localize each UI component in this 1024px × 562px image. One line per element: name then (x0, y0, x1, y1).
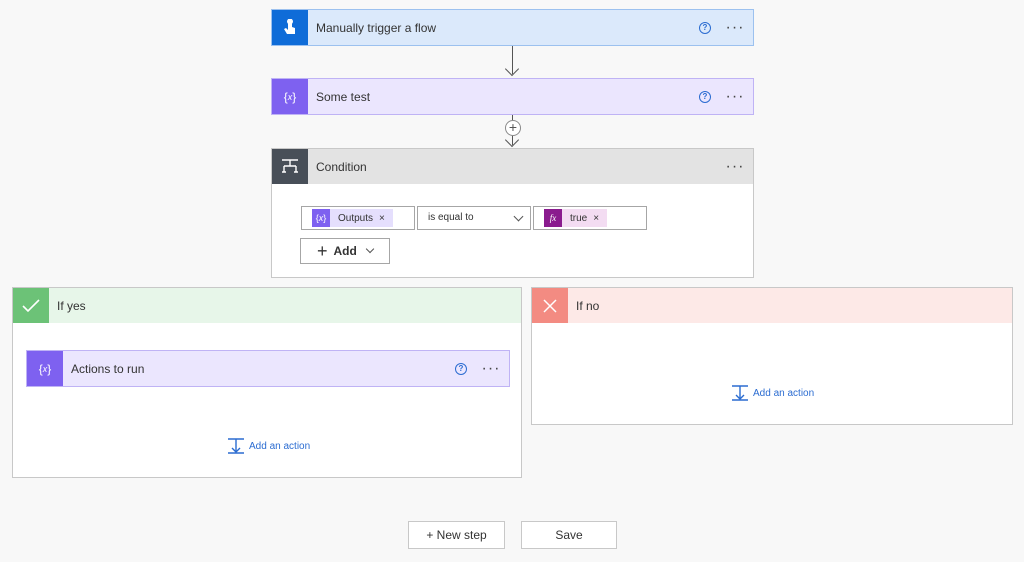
add-action-icon (228, 438, 244, 454)
action-title: Actions to run (71, 361, 145, 376)
if-yes-title: If yes (57, 298, 86, 313)
save-button[interactable]: Save (521, 521, 617, 549)
add-action-label: Add an action (753, 387, 815, 399)
token-label: true (570, 212, 588, 224)
expression-token[interactable]: fx true × (544, 209, 608, 227)
token-label: Outputs (338, 212, 374, 224)
variable-icon: {x} (312, 209, 330, 227)
action-title: Some test (316, 89, 371, 104)
new-step-button[interactable]: + New step (408, 521, 505, 549)
condition-header[interactable]: Condition ··· (272, 149, 753, 184)
checkmark-icon (13, 288, 49, 323)
remove-token-icon[interactable]: × (377, 213, 393, 224)
help-icon[interactable]: ? (455, 362, 467, 375)
help-icon[interactable]: ? (699, 21, 711, 34)
add-action-icon (732, 385, 748, 401)
dynamic-content-token[interactable]: {x} Outputs × (312, 209, 393, 227)
more-options-icon[interactable]: ··· (725, 158, 745, 174)
if-no-header[interactable]: If no (532, 288, 1012, 323)
condition-card[interactable]: Condition ··· {x} Outputs × is equal to … (271, 148, 754, 278)
remove-token-icon[interactable]: × (591, 213, 607, 224)
action-card-some-test[interactable]: {x} Some test ? ··· (271, 78, 754, 115)
more-options-icon[interactable]: ··· (725, 88, 745, 104)
add-condition-button[interactable]: + Add (300, 238, 390, 264)
action-header[interactable]: {x} Actions to run ? ··· (27, 351, 509, 386)
condition-right-operand[interactable]: fx true × (533, 206, 647, 230)
arrow-down-icon (504, 61, 520, 77)
hand-touch-icon (272, 10, 308, 45)
arrow-down-icon (504, 132, 520, 148)
variable-icon: {x} (27, 351, 63, 386)
condition-icon (272, 149, 308, 184)
branch-if-yes: If yes {x} Actions to run ? ··· Add an a… (12, 287, 522, 478)
trigger-header[interactable]: Manually trigger a flow ? ··· (272, 10, 753, 45)
chevron-down-icon (365, 244, 375, 254)
condition-operator-select[interactable]: is equal to (417, 206, 531, 230)
condition-title: Condition (316, 159, 367, 174)
if-no-title: If no (576, 298, 600, 313)
chevron-down-icon (513, 211, 524, 222)
condition-left-operand[interactable]: {x} Outputs × (301, 206, 415, 230)
close-icon (532, 288, 568, 323)
variable-icon: {x} (272, 79, 308, 114)
branch-if-no: If no Add an action (531, 287, 1013, 425)
add-an-action-button[interactable]: Add an action (227, 438, 310, 454)
plus-icon: + (317, 241, 328, 261)
action-card-actions-to-run[interactable]: {x} Actions to run ? ··· (26, 350, 510, 387)
if-yes-header[interactable]: If yes (13, 288, 521, 323)
trigger-card[interactable]: Manually trigger a flow ? ··· (271, 9, 754, 46)
fx-icon: fx (544, 209, 562, 227)
add-an-action-button[interactable]: Add an action (731, 385, 814, 401)
help-icon[interactable]: ? (699, 90, 711, 103)
action-header[interactable]: {x} Some test ? ··· (272, 79, 753, 114)
more-options-icon[interactable]: ··· (725, 19, 745, 35)
add-label: Add (333, 244, 357, 258)
operator-value: is equal to (428, 212, 474, 223)
more-options-icon[interactable]: ··· (481, 360, 501, 376)
trigger-title: Manually trigger a flow (316, 20, 437, 35)
add-action-label: Add an action (249, 440, 311, 452)
